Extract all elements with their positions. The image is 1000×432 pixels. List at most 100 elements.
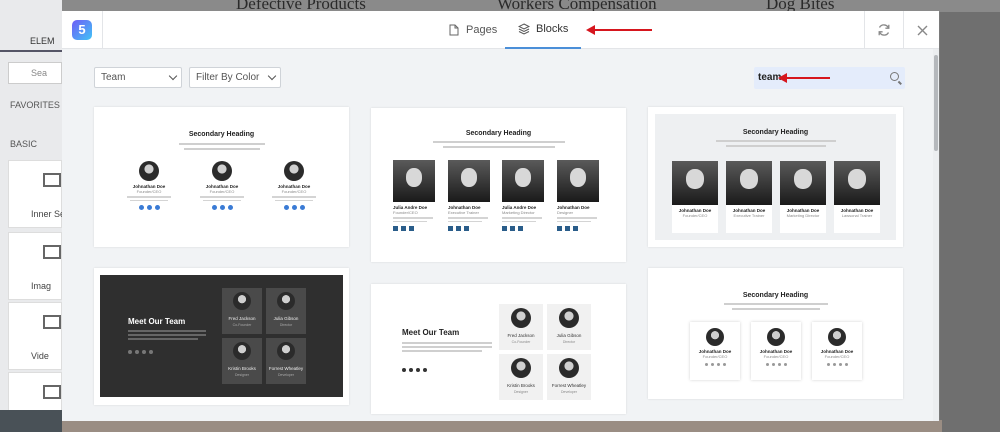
tab-pages[interactable]: Pages [440,11,505,49]
sync-icon [878,24,890,36]
avatar [233,292,251,310]
block-subtext [402,346,492,348]
member-role: Designer [557,210,574,215]
block-heading: Meet Our Team [128,317,186,326]
member-name: Julia Gibson [273,316,299,321]
tab-label: Pages [466,24,498,36]
avatar [559,308,579,328]
social-icons [269,205,319,210]
member-bio [502,217,542,219]
favorites-label: FAVORITES [10,100,60,110]
divider-icon [43,385,61,399]
member-bio [393,220,427,222]
avatar [706,328,724,346]
annotation-arrow-search [778,73,830,83]
avatar [393,160,435,202]
annotation-arrow-blocks [586,25,652,35]
member-role: Marketing Director [786,213,820,218]
member-role: Founder/CEO [763,354,789,359]
widget-label: Imag [31,281,52,291]
member-role: Founder/CEO [682,213,708,218]
team-member: Julia Andre Doe Founder/CEO [393,160,437,231]
app-logo: 5 [72,20,92,40]
block-subtext [184,148,260,150]
member-bio [203,199,241,201]
social-icons [690,363,740,366]
block-subtext [128,334,206,336]
color-filter-select[interactable]: Filter By Color [189,67,281,88]
avatar [212,161,232,181]
social-icons [502,226,546,231]
block-card-team-6[interactable]: Secondary Heading Johnathan Doe Founder/… [648,268,903,399]
block-subtext [402,342,492,344]
team-member: Johnathan Doe Founder/CEO [812,322,862,380]
avatar [284,161,304,181]
team-member: Fred Jackson Co-Founder [499,304,543,350]
member-bio [448,217,488,219]
block-heading: Secondary Heading [188,131,255,138]
block-card-team-4[interactable]: Meet Our Team Fred Jackson Co-Founder Ju… [94,268,349,405]
member-name: Kristin Brooks [507,383,535,388]
close-button[interactable] [903,11,939,49]
avatar [828,328,846,346]
modal-scrollbar[interactable] [933,49,939,421]
member-role: Founder/CEO [824,354,850,359]
member-role: Designer [513,390,528,394]
team-member: Johnathan Doe Executive Trainer [726,161,772,233]
widget-image[interactable]: Imag [8,232,62,300]
avatar [726,161,772,205]
member-role: Director [279,323,293,327]
block-subtext [443,146,555,148]
close-icon [917,25,927,35]
elements-tab[interactable]: ELEM [0,30,62,52]
social-icons [128,350,153,354]
avatar [139,161,159,181]
member-role: Founder/CEO [281,189,307,194]
block-heading: Secondary Heading [465,130,532,137]
member-bio [393,217,433,219]
team-member: Julia Andre Doe Marketing Director [502,160,546,231]
member-bio [272,196,316,198]
member-role: Co-Founder [232,323,252,327]
scrollbar-thumb[interactable] [934,55,938,151]
block-card-team-1[interactable]: Secondary Heading Johnathan Doe Founder/… [94,107,349,247]
team-member: Julia Gibson Director [266,288,306,334]
block-card-team-2[interactable]: Secondary Heading Julia Andre Doe Founde… [371,108,626,262]
widget-inner-section[interactable]: Inner Se [8,160,65,228]
sync-button[interactable] [865,11,903,49]
member-role: Director [562,340,576,344]
block-card-team-3[interactable]: Secondary Heading Johnathan Doe Founder/… [648,107,903,247]
team-member: Kristin Brooks Designer [222,338,262,384]
widget-search-input[interactable]: Sea [8,62,62,84]
video-icon [43,315,61,329]
basic-label: BASIC [10,139,38,149]
block-subtext [128,330,206,332]
modal-header: 5 Pages Blocks [62,11,939,49]
member-bio [200,196,244,198]
avatar [277,342,295,360]
member-bio [127,196,171,198]
avatar [834,161,880,205]
team-member: Johnathan Doe Founder/CEO [124,161,174,210]
member-bio [557,220,591,222]
team-member: Forrest Wheatley Developer [266,338,306,384]
tab-blocks[interactable]: Blocks [505,11,582,49]
columns-icon [43,173,61,187]
image-icon [43,245,61,259]
member-name: Kristin Brooks [228,366,256,371]
team-member: Kristin Brooks Designer [499,354,543,400]
team-member: Johnathan Doe Marketing Director [780,161,826,233]
block-card-team-5[interactable]: Meet Our Team Fred Jackson Co-Founder Ju… [371,284,626,414]
search-icon[interactable] [890,72,899,81]
member-role: Developer [278,373,294,377]
team-member: Johnathan Doe Founder/CEO [751,322,801,380]
block-subtext [732,308,820,310]
member-name: Fred Jackson [228,316,256,321]
avatar [448,160,490,202]
category-select-value: Team [101,72,126,83]
team-member: Johnathan Doe Founder/CEO [672,161,718,233]
category-select[interactable]: Team [94,67,182,88]
widget-video[interactable]: Vide [8,302,62,370]
block-subtext [128,338,198,340]
block-subtext [402,350,482,352]
